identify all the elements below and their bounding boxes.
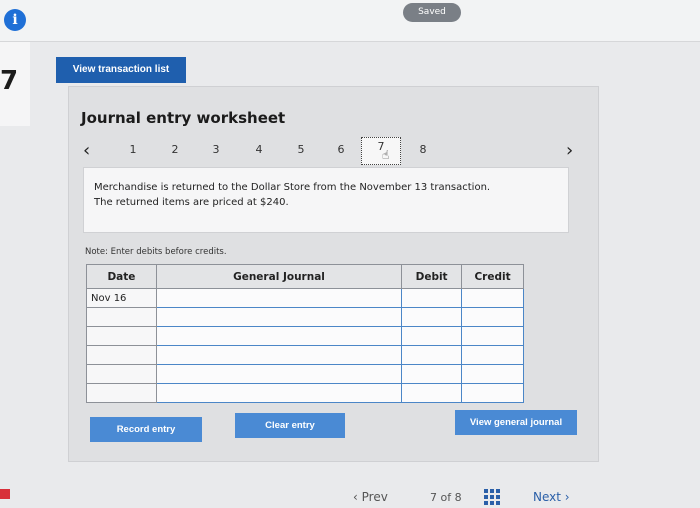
account-select[interactable] [155,307,403,327]
grid-icon[interactable] [484,489,500,505]
step-5[interactable]: 5 [293,143,309,156]
saved-status-badge: Saved [403,3,461,22]
credit-input[interactable] [461,326,524,346]
journal-entry-worksheet: Journal entry worksheet ‹ 1 2 3 4 5 6 7 … [68,86,599,462]
general-journal-header: General Journal [155,264,403,289]
date-cell [86,383,157,403]
debits-note: Note: Enter debits before credits. [85,247,227,257]
next-button[interactable]: Next › [533,490,570,504]
credit-input[interactable] [461,288,524,308]
credit-input[interactable] [461,345,524,365]
journal-table: Date General Journal Debit Credit Nov 16 [86,264,524,403]
step-navigation: ‹ 1 2 3 4 5 6 7 ☝ 8 › [69,137,600,169]
date-cell: Nov 16 [86,288,157,308]
page-indicator: 7 of 8 [430,491,462,504]
chevron-right-icon: › [560,490,570,504]
account-select[interactable] [155,345,403,365]
chevron-left-icon: ‹ [353,490,362,504]
date-cell [86,307,157,327]
date-header: Date [86,264,157,289]
prev-button[interactable]: ‹ Prev [353,490,388,504]
step-2[interactable]: 2 [167,143,183,156]
date-cell [86,326,157,346]
account-select[interactable] [155,288,403,308]
credit-header: Credit [461,264,524,289]
date-cell [86,345,157,365]
date-cell [86,364,157,384]
next-label: Next [533,490,561,504]
transaction-prompt: Merchandise is returned to the Dollar St… [83,167,569,233]
debit-input[interactable] [401,345,463,365]
table-row [86,307,524,327]
top-bar: i Saved [0,0,700,42]
debit-input[interactable] [401,326,463,346]
table-header-row: Date General Journal Debit Credit [86,264,524,289]
view-transaction-list-button[interactable]: View transaction list [56,57,186,83]
table-row [86,383,524,403]
step-4[interactable]: 4 [251,143,267,156]
step-6[interactable]: 6 [333,143,349,156]
step-7-active[interactable]: 7 ☝ [361,137,401,165]
table-row [86,326,524,346]
red-marker [0,489,10,499]
account-select[interactable] [155,364,403,384]
credit-input[interactable] [461,383,524,403]
table-row: Nov 16 [86,288,524,308]
credit-input[interactable] [461,364,524,384]
prompt-line-1: Merchandise is returned to the Dollar St… [94,182,491,193]
account-select[interactable] [155,383,403,403]
table-row [86,364,524,384]
chevron-right-icon[interactable]: › [566,142,573,160]
debit-header: Debit [401,264,463,289]
record-entry-button[interactable]: Record entry [90,417,202,442]
clear-entry-button[interactable]: Clear entry [235,413,345,438]
view-general-journal-button[interactable]: View general journal [455,410,577,435]
question-number: 7 [0,66,19,96]
debit-input[interactable] [401,364,463,384]
footer-navigation: ‹ Prev 7 of 8 Next › [0,480,700,508]
debit-input[interactable] [401,383,463,403]
chevron-left-icon[interactable]: ‹ [83,142,90,160]
step-1[interactable]: 1 [125,143,141,156]
step-3[interactable]: 3 [208,143,224,156]
worksheet-title: Journal entry worksheet [81,109,286,127]
info-icon[interactable]: i [4,9,26,31]
account-select[interactable] [155,326,403,346]
credit-input[interactable] [461,307,524,327]
table-row [86,345,524,365]
debit-input[interactable] [401,288,463,308]
debit-input[interactable] [401,307,463,327]
hand-cursor-icon: ☝ [382,148,390,162]
prompt-line-2: The returned items are priced at $240. [94,197,289,208]
prev-label: Prev [361,490,388,504]
step-8[interactable]: 8 [415,143,431,156]
